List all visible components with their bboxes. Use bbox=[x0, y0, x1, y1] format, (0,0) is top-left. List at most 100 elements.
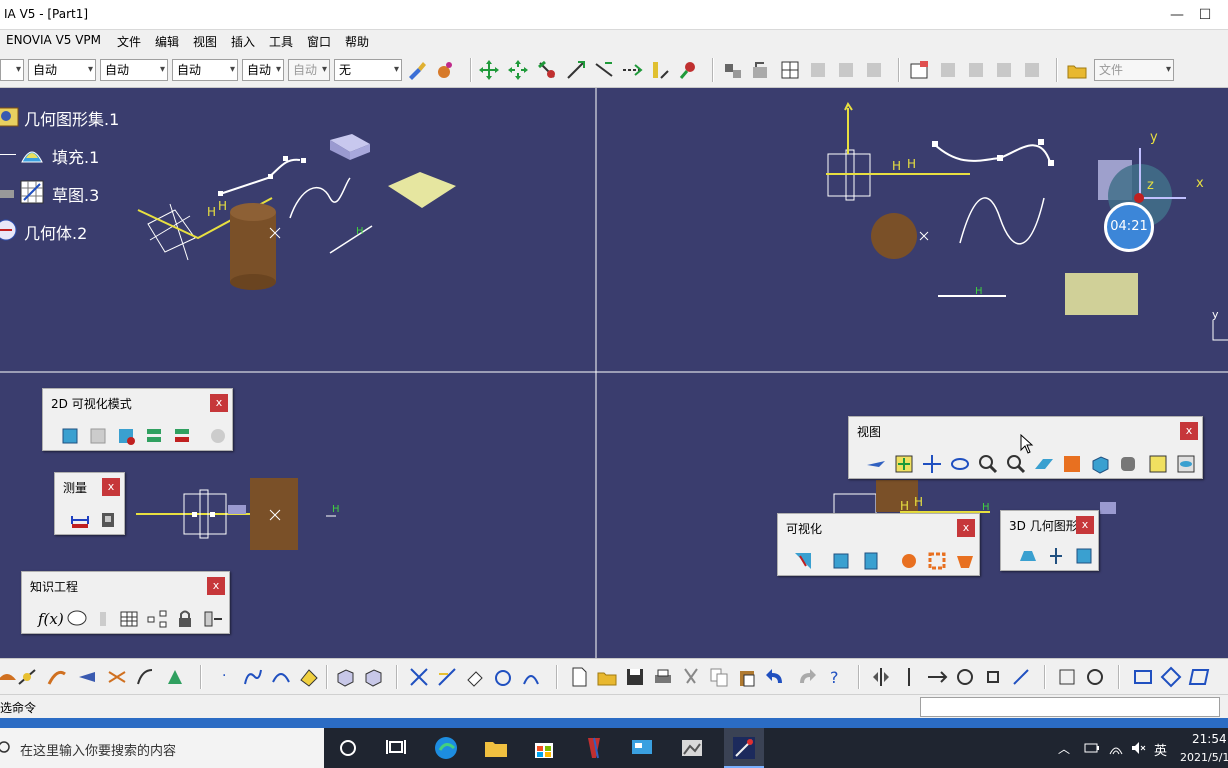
point-cloud-icon[interactable] bbox=[16, 666, 38, 688]
symmetry-icon[interactable] bbox=[520, 666, 542, 688]
mirror-icon[interactable] bbox=[870, 666, 892, 688]
volume-muted-icon[interactable] bbox=[1130, 740, 1146, 756]
pan-icon[interactable] bbox=[478, 59, 500, 81]
extrude-icon[interactable] bbox=[134, 666, 156, 688]
parallelogram-icon[interactable] bbox=[1188, 666, 1210, 688]
sweep-icon[interactable] bbox=[46, 666, 68, 688]
scale-icon[interactable] bbox=[982, 666, 1004, 688]
cut-view-icon[interactable] bbox=[830, 550, 852, 572]
menu-enovia[interactable]: ENOVIA V5 VPM bbox=[6, 33, 101, 47]
timer-badge[interactable]: 04:21 bbox=[1104, 202, 1154, 252]
tree-expand-icon[interactable] bbox=[965, 59, 987, 81]
layered-red-icon[interactable] bbox=[171, 425, 193, 447]
3d-viewport[interactable]: H H H H H H H H H H y x z y 04:21 几何图形集.… bbox=[0, 88, 1228, 658]
cut-icon[interactable] bbox=[680, 666, 702, 688]
task-view-circle-icon[interactable] bbox=[334, 734, 362, 762]
taskbar-search[interactable]: 在这里输入你要搜索的内容 bbox=[0, 728, 324, 768]
catalog-icon[interactable] bbox=[722, 59, 744, 81]
whats-this-icon[interactable]: ? bbox=[826, 666, 848, 688]
store-icon[interactable] bbox=[530, 734, 558, 762]
painter-icon[interactable] bbox=[406, 59, 428, 81]
comment-icon[interactable] bbox=[66, 608, 88, 630]
insert-geometry-icon[interactable] bbox=[1045, 545, 1067, 567]
distance-snap-icon[interactable] bbox=[621, 59, 643, 81]
close-icon[interactable]: x bbox=[957, 519, 975, 537]
measure-snap-icon[interactable] bbox=[649, 59, 671, 81]
image-viewer-icon[interactable] bbox=[678, 734, 706, 762]
multi-section-icon[interactable] bbox=[76, 666, 98, 688]
select-set-icon[interactable] bbox=[1021, 59, 1043, 81]
diamond-icon[interactable] bbox=[1160, 666, 1182, 688]
3d-section-icon[interactable] bbox=[860, 550, 882, 572]
split-icon[interactable] bbox=[408, 666, 430, 688]
revolve-icon[interactable] bbox=[164, 666, 186, 688]
redo-icon[interactable] bbox=[796, 666, 818, 688]
rotate-element-icon[interactable] bbox=[492, 666, 514, 688]
material-icon[interactable] bbox=[434, 59, 456, 81]
table-icon[interactable] bbox=[118, 608, 140, 630]
close-icon[interactable]: x bbox=[1180, 422, 1198, 440]
ground-icon[interactable] bbox=[954, 550, 976, 572]
depth-effect-icon[interactable] bbox=[926, 550, 948, 572]
rotate-icon[interactable] bbox=[949, 453, 971, 475]
minimize-button[interactable]: — bbox=[1166, 4, 1188, 26]
normal-view-icon[interactable] bbox=[1033, 453, 1055, 475]
line-type-combo[interactable]: 自动 ▾ bbox=[172, 59, 238, 81]
layer-combo[interactable]: 无 ▾ bbox=[334, 59, 402, 81]
measure-item-icon[interactable] bbox=[97, 509, 119, 531]
axis-system-icon[interactable] bbox=[1056, 666, 1078, 688]
menu-tools[interactable]: 工具 bbox=[269, 33, 293, 50]
pocket-icon[interactable] bbox=[334, 666, 356, 688]
edge-icon[interactable] bbox=[432, 734, 460, 762]
layers-icon[interactable] bbox=[835, 59, 857, 81]
rectangle-icon[interactable] bbox=[1132, 666, 1154, 688]
rule-icon[interactable] bbox=[92, 608, 114, 630]
open-file-icon[interactable] bbox=[596, 666, 618, 688]
affinity-icon[interactable] bbox=[1010, 666, 1032, 688]
menu-view[interactable]: 视图 bbox=[193, 33, 217, 50]
close-icon[interactable]: x bbox=[210, 394, 228, 412]
zoom-in-icon[interactable] bbox=[977, 453, 999, 475]
shading-icon[interactable] bbox=[115, 425, 137, 447]
grid-icon[interactable] bbox=[779, 59, 801, 81]
rotate-part-icon[interactable] bbox=[954, 666, 976, 688]
blend-icon[interactable] bbox=[106, 666, 128, 688]
close-icon[interactable]: x bbox=[1076, 516, 1094, 534]
task-view-icon[interactable] bbox=[382, 734, 410, 762]
sketcher-icon[interactable] bbox=[298, 666, 320, 688]
line-snap-icon[interactable] bbox=[593, 59, 615, 81]
geometry-sketch-icon[interactable] bbox=[1073, 545, 1095, 567]
plane-icon[interactable] bbox=[750, 59, 772, 81]
snap-icon[interactable] bbox=[536, 59, 558, 81]
fit-all-icon[interactable] bbox=[893, 453, 915, 475]
working-support-icon[interactable] bbox=[1084, 666, 1106, 688]
maximize-button[interactable]: ☐ bbox=[1194, 4, 1216, 26]
zoom-out-icon[interactable] bbox=[1005, 453, 1027, 475]
analysis-icon[interactable] bbox=[678, 59, 700, 81]
close-icon[interactable]: x bbox=[207, 577, 225, 595]
hide-lines-icon[interactable] bbox=[87, 425, 109, 447]
point-snap-icon[interactable] bbox=[565, 59, 587, 81]
hierarchy-icon[interactable] bbox=[937, 59, 959, 81]
paste-icon[interactable] bbox=[736, 666, 758, 688]
iso-view-icon[interactable] bbox=[1089, 453, 1111, 475]
copy-icon[interactable] bbox=[708, 666, 730, 688]
pad-icon[interactable] bbox=[362, 666, 384, 688]
swap-icon[interactable] bbox=[807, 59, 829, 81]
pan-view-icon[interactable] bbox=[921, 453, 943, 475]
menu-help[interactable]: 帮助 bbox=[345, 33, 369, 50]
show-visible-lines-icon[interactable] bbox=[59, 425, 81, 447]
render-style-icon[interactable] bbox=[1117, 453, 1139, 475]
clock-date[interactable]: 2021/5/1 bbox=[1180, 751, 1228, 764]
light-sources-icon[interactable] bbox=[898, 550, 920, 572]
active-app-tile[interactable] bbox=[724, 728, 764, 768]
properties-icon[interactable] bbox=[908, 59, 930, 81]
new-file-icon[interactable] bbox=[568, 666, 590, 688]
tree-item-sketch[interactable]: 草图.3 bbox=[52, 182, 99, 206]
parameter-tree-icon[interactable] bbox=[146, 608, 168, 630]
menu-file[interactable]: 文件 bbox=[117, 33, 141, 50]
clock-time[interactable]: 21:54 bbox=[1192, 732, 1227, 746]
print-icon[interactable] bbox=[652, 666, 674, 688]
swap-visible-icon[interactable] bbox=[1175, 453, 1197, 475]
file-explorer-icon[interactable] bbox=[482, 734, 510, 762]
